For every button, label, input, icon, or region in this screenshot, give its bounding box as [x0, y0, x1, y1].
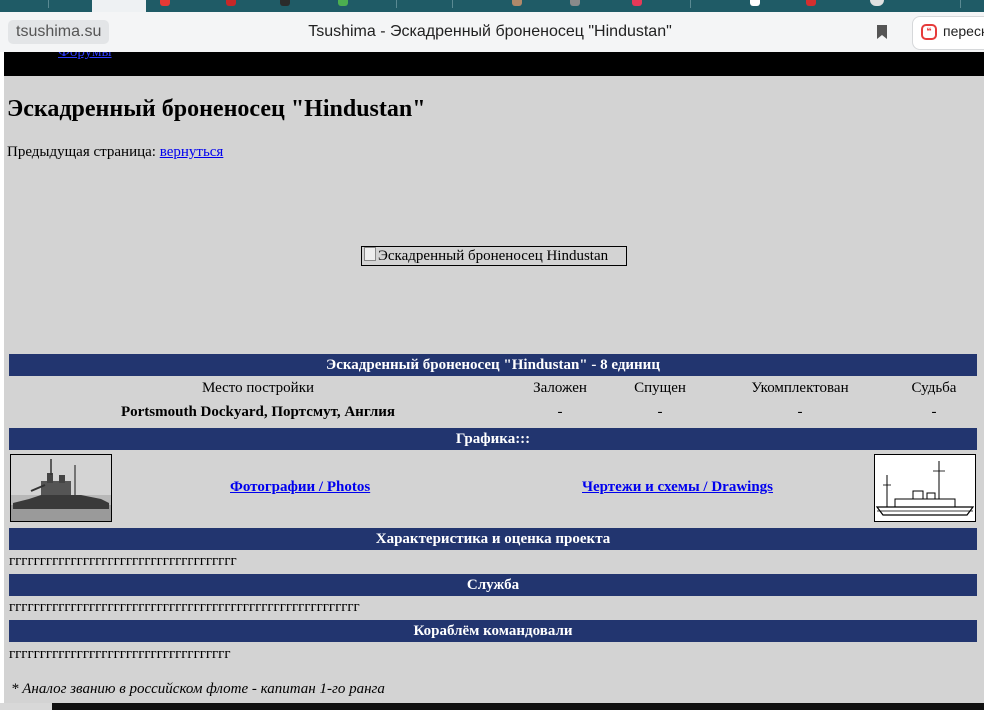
page-left-border	[0, 52, 4, 710]
characteristics-text: ггггггггггггггггггггггггггггггггггггг	[9, 553, 237, 569]
graphics-title-bar: Графика:::	[9, 428, 977, 450]
table-title-bar: Эскадренный броненосец "Hindustan" - 8 е…	[9, 354, 977, 376]
column-header-build-place: Место постройки	[201, 380, 315, 396]
drawings-link[interactable]: Чертежи и схемы / Drawings	[582, 479, 773, 496]
column-header-commissioned: Укомплектован	[751, 380, 849, 396]
tab-separator	[48, 0, 49, 8]
column-header-fate: Судьба	[911, 380, 957, 396]
broken-image-icon	[364, 247, 376, 261]
taskbar-segment	[0, 703, 52, 710]
tab-separator	[690, 0, 691, 8]
table-cell-laid-down: -	[557, 404, 563, 420]
table-cell-build-place: Portsmouth Dockyard, Портсмут, Англия	[120, 404, 396, 420]
service-text: гггггггггггггггггггггггггггггггггггггггг…	[9, 599, 360, 615]
tab-favicon-icon[interactable]	[280, 0, 290, 6]
tab-favicon-icon[interactable]	[160, 0, 170, 6]
characteristics-title-bar: Характеристика и оценка проекта	[9, 528, 977, 550]
search-suggestion[interactable]: ❝ переск	[912, 16, 984, 50]
ship-drawing-thumbnail[interactable]	[874, 454, 976, 522]
ship-drawing-image	[875, 455, 975, 521]
photos-link[interactable]: Фотографии / Photos	[230, 479, 370, 496]
page-title[interactable]: Tsushima - Эскадренный броненосец "Hindu…	[160, 20, 820, 44]
tab-separator	[396, 0, 397, 8]
column-header-laid-down: Заложен	[533, 380, 587, 396]
quote-icon: ❝	[921, 24, 937, 40]
tab-favicon-icon[interactable]	[750, 0, 760, 6]
page-heading: Эскадренный броненосец "Hindustan"	[7, 96, 426, 122]
tab-separator	[960, 0, 961, 8]
commanders-text: гггггггггггггггггггггггггггггггггггг	[9, 646, 231, 662]
address-bar: tsushima.su Tsushima - Эскадренный броне…	[0, 12, 984, 52]
footnote: * Аналог званию в российском флоте - кап…	[11, 681, 385, 697]
tab-favicon-icon[interactable]	[632, 0, 642, 6]
table-cell-launched: -	[657, 404, 663, 420]
previous-page-line: Предыдущая страница: вернуться	[7, 144, 223, 161]
ship-image-alt-text: Эскадренный броненосец Hindustan	[378, 248, 609, 264]
forums-link[interactable]: Форумы	[58, 52, 112, 61]
url-domain[interactable]: tsushima.su	[8, 20, 110, 44]
taskbar-edge	[0, 703, 984, 710]
ship-main-image: Эскадренный броненосец Hindustan	[361, 246, 627, 266]
tab-separator	[452, 0, 453, 8]
back-link[interactable]: вернуться	[160, 144, 224, 160]
profile-avatar-icon[interactable]	[870, 0, 884, 6]
tab-favicon-icon[interactable]	[226, 0, 236, 6]
service-title-bar: Служба	[9, 574, 977, 596]
ship-photo-thumbnail[interactable]	[10, 454, 112, 522]
top-navigation: Форумы	[4, 52, 984, 76]
tab-favicon-icon[interactable]	[338, 0, 348, 6]
ship-photo-image	[11, 455, 111, 521]
commanders-title-bar: Кораблём командовали	[9, 620, 977, 642]
tab-favicon-icon[interactable]	[806, 0, 816, 6]
bookmark-icon[interactable]	[876, 24, 888, 40]
table-cell-fate: -	[931, 404, 937, 420]
active-tab[interactable]	[92, 0, 146, 12]
tab-favicon-icon[interactable]	[512, 0, 522, 6]
table-cell-commissioned: -	[797, 404, 803, 420]
list-bullet	[37, 52, 43, 54]
previous-page-label: Предыдущая страница:	[7, 144, 156, 160]
tab-favicon-icon[interactable]	[570, 0, 580, 6]
tab-strip	[0, 0, 984, 12]
column-header-launched: Спущен	[634, 380, 686, 396]
search-suggestion-text: переск	[943, 23, 984, 39]
